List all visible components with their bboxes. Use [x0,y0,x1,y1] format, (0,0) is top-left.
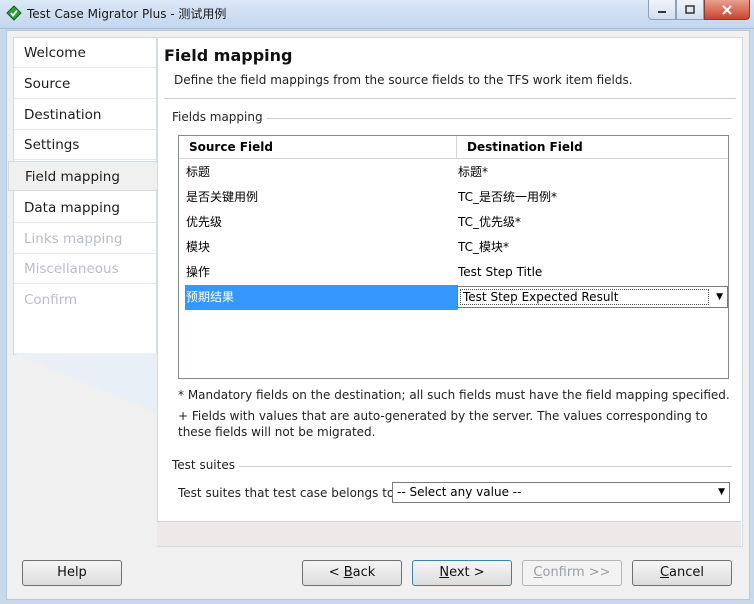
dropdown-arrow-icon[interactable]: ▼ [718,483,725,502]
confirm-button: Confirm >> [522,560,622,586]
page-title: Field mapping [164,46,293,65]
maximize-icon [685,5,695,14]
field-mapping-grid[interactable]: Source Field Destination Field 标题 标题* 是否… [178,135,729,379]
back-label: < Back [329,565,376,580]
cancel-label: Cancel [660,565,704,580]
help-label: Help [57,565,87,580]
nav-decoration [13,353,157,413]
back-button[interactable]: < Back [302,560,402,586]
next-label: Next > [439,565,484,580]
destination-field-cell[interactable]: TC_模块* [458,235,726,260]
fields-group-label: Fields mapping [172,110,267,124]
source-field-cell: 标题 [186,165,211,179]
content-panel: Field mapping Define the field mappings … [157,37,743,547]
cancel-button[interactable]: Cancel [632,560,732,586]
autogen-note: + Fields with values that are auto-gener… [178,409,708,439]
column-header-source[interactable]: Source Field [179,136,457,158]
close-button[interactable] [704,0,750,20]
source-field-cell: 优先级 [186,215,223,229]
suites-prompt: Test suites that test case belongs to: [178,486,399,500]
caption-buttons [648,0,750,20]
maximize-button[interactable] [676,0,704,20]
nav-item-links-mapping: Links mapping [14,224,156,254]
table-row[interactable]: 是否关键用例 TC_是否统一用例* [184,185,728,210]
nav-item-source[interactable]: Source [14,69,156,99]
cancel-label-rest: ancel [669,565,705,580]
source-field-cell: 预期结果 [185,285,458,310]
destination-field-cell[interactable]: Test Step Title [458,260,726,285]
app-logo-icon [6,5,22,21]
nav-item-confirm: Confirm [24,292,78,308]
wizard-nav: Welcome Source Destination Settings Fiel… [8,37,163,355]
next-button[interactable]: Next > [412,560,512,586]
nav-item-miscellaneous: Miscellaneous [14,254,156,284]
source-field-cell: 操作 [186,265,211,279]
back-label-rest: ack [352,565,376,580]
title-bar: Test Case Migrator Plus - 测试用例 [0,0,754,29]
test-suites-value: -- Select any value -- [397,485,522,499]
table-row[interactable]: 标题 标题* [184,160,728,185]
window-title: Test Case Migrator Plus - 测试用例 [27,7,227,21]
nav-item-settings[interactable]: Settings [14,130,156,160]
destination-field-dropdown[interactable]: Test Step Expected Result ▼ [457,286,728,308]
back-label-prefix: < [328,565,344,580]
destination-field-value: Test Step Expected Result [460,289,709,305]
suites-group-line [238,466,732,467]
destination-field-cell[interactable]: TC_优先级* [458,210,726,235]
destination-field-cell[interactable]: 标题* [458,160,726,185]
minimize-icon [658,10,666,13]
nav-item-welcome[interactable]: Welcome [14,38,156,68]
close-icon [722,4,732,15]
table-row-selected[interactable]: 预期结果 Test Step Expected Result ▼ [184,285,728,310]
table-row[interactable]: 操作 Test Step Title [184,260,728,285]
fields-group-line [258,118,732,119]
wizard-frame: Welcome Source Destination Settings Fiel… [6,30,750,600]
confirm-label-rest: onfirm >> [542,565,611,580]
back-label-accesskey: B [343,565,353,580]
destination-field-cell[interactable]: TC_是否统一用例* [458,185,726,210]
minimize-button[interactable] [648,0,676,20]
help-button[interactable]: Help [22,560,122,586]
page-description: Define the field mappings from the sourc… [174,73,633,87]
suites-group-label: Test suites [172,458,239,472]
dropdown-arrow-icon[interactable]: ▼ [716,287,723,307]
grid-header: Source Field Destination Field [179,136,728,159]
nav-item-field-mapping[interactable]: Field mapping [8,161,163,191]
cancel-label-accesskey: C [659,565,670,580]
next-label-accesskey: N [439,565,450,580]
column-header-destination[interactable]: Destination Field [457,136,728,158]
mandatory-note: * Mandatory fields on the destination; a… [178,388,730,402]
nav-item-data-mapping[interactable]: Data mapping [14,193,156,223]
header-divider [164,98,736,99]
table-row[interactable]: 优先级 TC_优先级* [184,210,728,235]
table-row[interactable]: 模块 TC_模块* [184,235,728,260]
nav-item-destination[interactable]: Destination [14,100,156,130]
content-footer-strip [157,521,741,546]
next-label-rest: ext > [449,565,485,580]
source-field-cell: 是否关键用例 [186,190,259,204]
confirm-label: Confirm >> [533,565,610,580]
test-suites-dropdown[interactable]: -- Select any value -- ▼ [392,482,730,503]
source-field-cell: 模块 [186,240,211,254]
